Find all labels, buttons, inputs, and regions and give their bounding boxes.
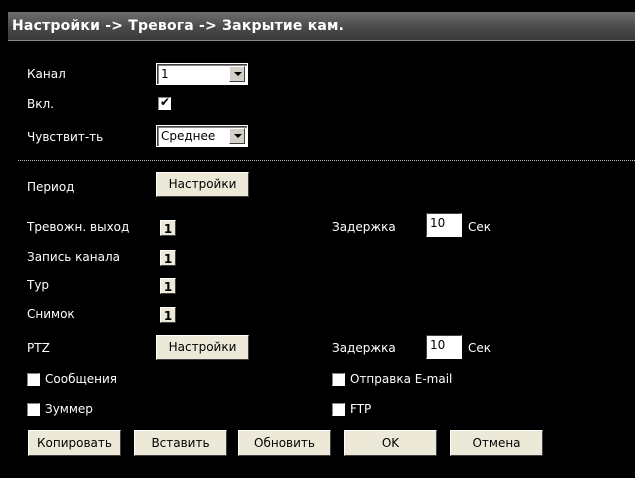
alarm-delay-input[interactable]: 10 bbox=[426, 213, 462, 237]
period-settings-button[interactable]: Настройки bbox=[156, 172, 249, 197]
alarm-delay-label: Задержка bbox=[332, 220, 396, 234]
checkmark-icon: ✔ bbox=[160, 95, 171, 109]
messages-checkbox[interactable] bbox=[27, 373, 40, 386]
cancel-button[interactable]: Отмена bbox=[450, 430, 543, 456]
period-label: Период bbox=[27, 180, 75, 194]
tour-label: Тур bbox=[27, 278, 50, 292]
sensitivity-select[interactable]: Среднее bbox=[156, 125, 248, 147]
refresh-button[interactable]: Обновить bbox=[238, 430, 331, 456]
sensitivity-label: Чувствит-ть bbox=[27, 130, 104, 144]
messages-label: Сообщения bbox=[45, 372, 118, 386]
ftp-checkbox[interactable] bbox=[332, 403, 345, 416]
snapshot-label: Снимок bbox=[27, 307, 75, 321]
alarm-out-channel-button[interactable]: 1 bbox=[160, 220, 176, 236]
snapshot-button[interactable]: 1 bbox=[160, 307, 176, 323]
channel-select[interactable]: 1 bbox=[156, 63, 248, 85]
ptz-label: PTZ bbox=[27, 341, 50, 355]
ok-button[interactable]: OK bbox=[344, 430, 437, 456]
ptz-delay-input[interactable]: 10 bbox=[426, 335, 462, 359]
alarm-delay-unit: Сек bbox=[468, 220, 492, 234]
tour-button[interactable]: 1 bbox=[160, 278, 176, 294]
ptz-settings-button[interactable]: Настройки bbox=[156, 335, 249, 360]
paste-button[interactable]: Вставить bbox=[134, 430, 227, 456]
record-channel-label: Запись канала bbox=[27, 250, 120, 264]
chevron-down-icon[interactable] bbox=[229, 66, 245, 82]
enable-checkbox[interactable]: ✔ bbox=[158, 95, 171, 110]
alarm-settings-window bbox=[8, 12, 635, 478]
enable-label: Вкл. bbox=[27, 97, 54, 111]
email-label: Отправка E-mail bbox=[350, 372, 453, 386]
record-channel-button[interactable]: 1 bbox=[160, 250, 176, 266]
sensitivity-value: Среднее bbox=[161, 129, 216, 143]
section-divider bbox=[18, 160, 635, 161]
ftp-label: FTP bbox=[350, 402, 372, 416]
title-bar: Настройки -> Тревога -> Закрытие кам. bbox=[8, 12, 635, 41]
alarm-out-label: Тревожн. выход bbox=[27, 220, 130, 234]
ptz-delay-label: Задержка bbox=[332, 341, 396, 355]
ptz-delay-unit: Сек bbox=[468, 341, 492, 355]
channel-label: Канал bbox=[27, 67, 66, 81]
email-checkbox[interactable] bbox=[332, 373, 345, 386]
window-title: Настройки -> Тревога -> Закрытие кам. bbox=[12, 18, 345, 34]
chevron-down-icon[interactable] bbox=[229, 128, 245, 144]
channel-value: 1 bbox=[161, 67, 169, 81]
buzzer-checkbox[interactable] bbox=[27, 403, 40, 416]
copy-button[interactable]: Копировать bbox=[28, 430, 121, 456]
buzzer-label: Зуммер bbox=[45, 402, 93, 416]
